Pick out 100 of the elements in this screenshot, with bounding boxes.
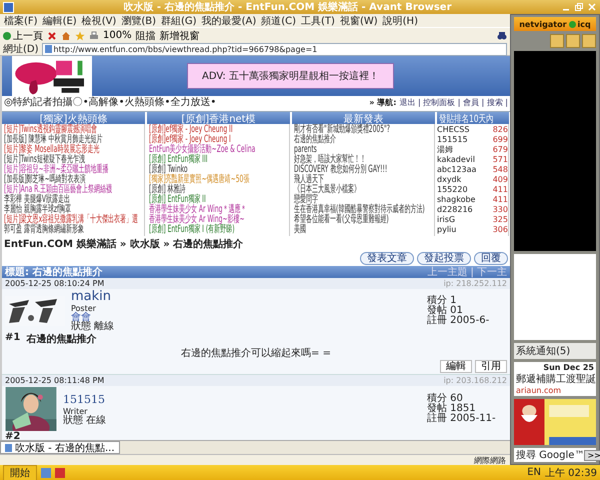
list-link[interactable]: 美國 <box>294 225 306 235</box>
restore-icon[interactable] <box>574 2 584 12</box>
home-icon[interactable] <box>61 30 71 40</box>
author-name[interactable]: 151515 <box>63 392 421 406</box>
menu-item[interactable]: 我的最愛(A) <box>202 14 256 28</box>
start-button[interactable]: 開始 <box>3 464 37 480</box>
action-button[interactable]: 發起投票 <box>417 252 471 265</box>
news-date: Sun Dec 25 <box>542 363 594 372</box>
back-button[interactable]: 上一頁 <box>3 28 43 42</box>
advertisement-banner[interactable]: ADV: 五十萬張獨家明星靚相一按這裡！ <box>187 63 394 89</box>
post-action-button[interactable]: 引用 <box>475 360 507 373</box>
list-link[interactable]: [原創] EntFun獨家 I (有新野睇) <box>149 225 235 235</box>
menu-item[interactable]: 群組(G) <box>161 14 197 28</box>
news-site[interactable]: ariaun.com <box>516 386 594 395</box>
author-stat: 發帖 01 <box>427 306 463 316</box>
address-label: 網址(D) <box>3 42 39 56</box>
post-text: 右邊的焦點推介可以縮起來嗎= = <box>180 346 332 360</box>
menu-item[interactable]: 編輯(E) <box>42 14 77 28</box>
list-link[interactable]: 李麗怡 親胸露半球zf胸罩 <box>4 205 72 215</box>
search-label: 搜尋 Google™ <box>516 448 584 462</box>
menu-item[interactable]: 說明(H) <box>382 14 418 28</box>
box-header: [原創]香港net模 <box>147 112 290 124</box>
go-button[interactable]: >> <box>584 450 600 460</box>
action-button[interactable]: 發表文章 <box>360 252 414 265</box>
post-action-button[interactable]: 編輯 <box>440 360 472 373</box>
member-name[interactable]: dxydk <box>437 175 462 185</box>
list-link[interactable]: 《日本三大風景小檔案》 <box>294 185 360 195</box>
language-indicator[interactable]: EN <box>527 467 541 478</box>
notice-link[interactable]: 系統通知(5) <box>514 343 596 359</box>
member-name[interactable]: 湯姆 <box>437 145 453 155</box>
list-link[interactable]: 飛人過天下 <box>294 175 324 185</box>
browser-tab[interactable]: 吹水版 - 右邊的焦點... <box>0 441 120 454</box>
menu-item[interactable]: 頻道(C) <box>261 14 296 28</box>
menu-item[interactable]: 檔案(F) <box>4 14 38 28</box>
post-date: 2005-12-25 08:10:24 PM <box>5 279 104 288</box>
list-link[interactable]: [短片]梁文恩x容祖兒撒露乳溝「十大傑出衣著」選 <box>4 215 138 225</box>
list-link[interactable]: [原創] 林雅詩 <box>149 185 186 195</box>
star-icon[interactable] <box>75 30 85 40</box>
list-link[interactable]: [原創]ef獨家 - Joey Cheung II <box>149 125 233 135</box>
list-link[interactable]: [短片]Ana R.王穎由百區藝會上祭網絲襪 <box>4 185 112 195</box>
list-link[interactable]: [原創] EntFun獨家 III <box>149 155 208 165</box>
close-icon[interactable] <box>587 2 597 12</box>
author-stat: 積分 1 <box>427 296 457 306</box>
list-link[interactable]: 希望各位能看一看(父母恩重難報經) <box>294 215 389 225</box>
list-link[interactable]: 戀愛問字 <box>294 195 318 205</box>
list-link[interactable]: DISCOVERY 教您如何分別 GAY!!! <box>294 165 388 175</box>
action-button[interactable]: 回覆 <box>474 252 508 265</box>
menu-item[interactable]: 瀏覽(B) <box>121 14 156 28</box>
list-link[interactable]: [原創] Twinko <box>149 165 188 175</box>
list-link[interactable]: 李彩樺 美腿爆V狀露走出 <box>4 195 70 205</box>
list-link[interactable]: [短片]Twins透視鈎靈腳震撼演唱會 <box>4 125 97 135</box>
author-name[interactable]: makin <box>71 290 421 304</box>
new-window-button[interactable]: 新增視窗 <box>160 28 200 42</box>
post-subject: 右邊的焦點推介 <box>26 332 96 346</box>
list-link[interactable]: 剛才有否看"新城勁爆頒獎禮2005"? <box>294 125 390 135</box>
list-link[interactable]: [加長版]鄭芝琳~嗎綺對衣表演 <box>4 175 86 185</box>
block-button[interactable]: 阻擋 <box>136 28 156 42</box>
list-link[interactable]: 右邊的焦點推介 <box>294 135 336 145</box>
binoculars-icon[interactable] <box>497 30 507 40</box>
member-name[interactable]: 155220 <box>437 185 468 195</box>
member-name[interactable]: 151515 <box>437 135 468 145</box>
menu-item[interactable]: 檢視(V) <box>82 14 116 28</box>
member-name[interactable]: pyliu <box>437 225 456 235</box>
list-link[interactable]: 生在香港真幸福(韓國酷暴警察對待示威者的方法) <box>294 205 425 215</box>
author-rank: Poster <box>71 304 97 313</box>
list-link[interactable]: [原創] EntFun獨家 II <box>149 195 206 205</box>
address-field[interactable]: http://www.entfun.com/bbs/viewthread.php?tid=966798&page=1 <box>42 42 507 56</box>
author-group: 會會 <box>71 313 421 322</box>
member-name[interactable]: abc123aa <box>437 165 476 175</box>
list-link[interactable]: [加長版] 陳慧琳 中秋賞月飾走光短片 <box>4 135 102 145</box>
member-name[interactable]: kakadevil <box>437 155 475 165</box>
nav-links[interactable]: 退出 | 控制面板 | 會員 | 搜索 | <box>399 96 508 108</box>
member-name[interactable]: CHECSS <box>437 125 470 135</box>
post-count: 306 <box>492 225 508 235</box>
breadcrumb[interactable]: EntFun.COM 娛樂滿話 » 吹水版 » 右邊的焦點推介 <box>2 236 510 252</box>
member-name[interactable]: d228216 <box>437 205 473 215</box>
printer-icon[interactable] <box>89 30 99 40</box>
author-stat: 發帖 1851 <box>427 404 476 414</box>
news-headline[interactable]: 郵遞補購工渡聖誕 <box>516 372 594 386</box>
list-link[interactable]: 郭可盈 露背透胸條網繡新形象 <box>4 225 84 235</box>
post-number: #2 <box>5 431 20 440</box>
list-link[interactable]: 好急架，唔該大家幫忙！！ <box>294 155 366 165</box>
zoom-button[interactable]: 100% <box>103 30 132 41</box>
list-link[interactable]: 香港學生妹美少女 Ar Wing＊邁應＊ <box>149 205 246 215</box>
list-link[interactable]: 香港學生妹美少女 Ar Wing~影樓~ <box>149 215 245 225</box>
list-link[interactable]: EntFun美少女攝影活動~Zoe & Celina <box>149 145 256 155</box>
list-link[interactable]: [原創]ef獨家 - Joey Cheung I <box>149 135 231 145</box>
logo-text: netvigator <box>519 20 567 28</box>
author-stat: 註冊 2005-6- <box>427 316 490 326</box>
list-link[interactable]: parents <box>294 145 317 155</box>
list-link[interactable]: [短片]容祖兒~非洲~柔亞曬土饋地重播 <box>4 165 109 175</box>
list-link[interactable]: [短片]Twins短裙疑下春光乍洩 <box>4 155 85 165</box>
post-count: 411 <box>492 195 508 205</box>
stop-icon[interactable] <box>47 30 57 40</box>
menu-item[interactable]: 視窗(W) <box>340 14 378 28</box>
list-link[interactable]: [短片]黎姿 Mosella時裝展忘形走光 <box>4 145 100 155</box>
member-name[interactable]: irisG <box>437 215 456 225</box>
menu-item[interactable]: 工具(T) <box>301 14 335 28</box>
post-ip: ip: 203.168.212 <box>444 376 507 385</box>
member-name[interactable]: shagkobe <box>437 195 476 205</box>
